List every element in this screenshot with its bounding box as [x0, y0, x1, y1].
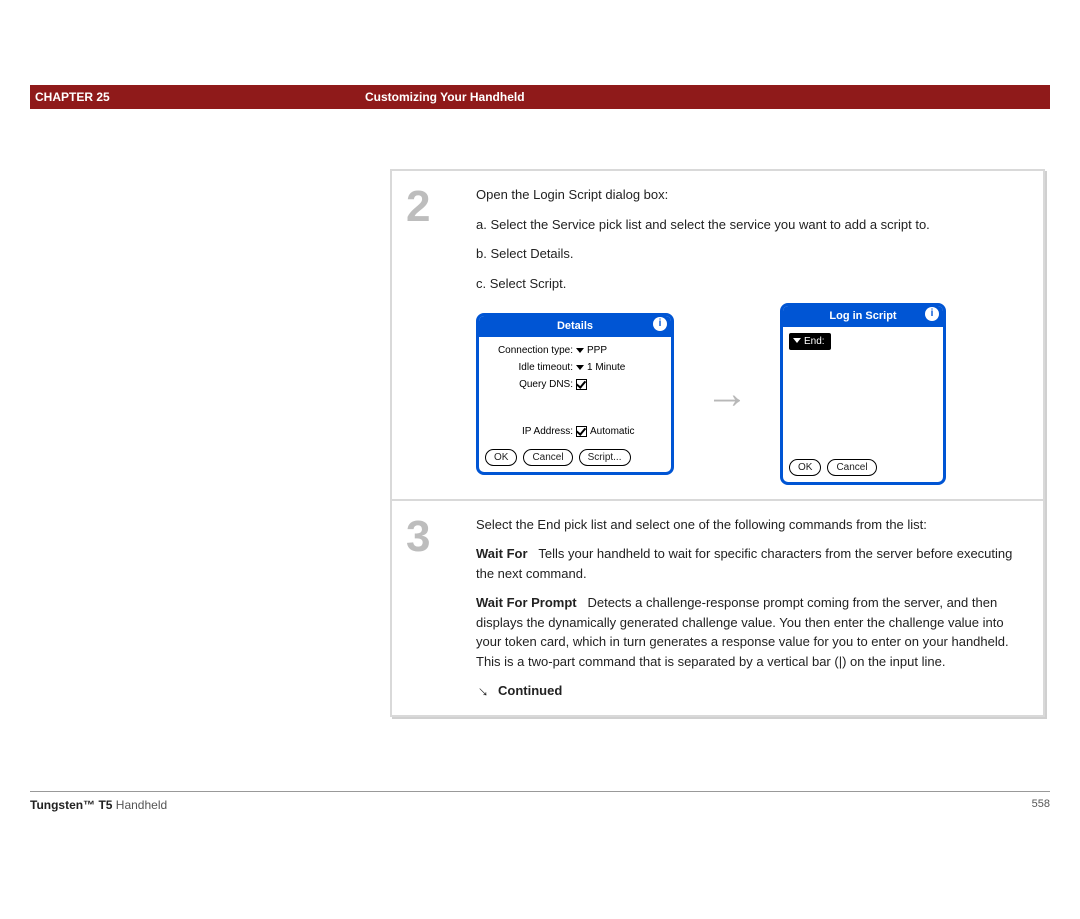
page-number: 558 — [1032, 798, 1050, 812]
wait-for-prompt-cmd: Wait For Prompt Detects a challenge-resp… — [476, 593, 1021, 671]
step-3: 3 Select the End pick list and select on… — [392, 501, 1043, 715]
end-pick-label: End: — [804, 336, 825, 347]
step-number: 3 — [406, 515, 476, 701]
details-title-text: Details — [557, 320, 593, 332]
step-2: 2 Open the Login Script dialog box: a. S… — [392, 171, 1043, 501]
ok-button[interactable]: OK — [789, 459, 821, 476]
step2-c: c. Select Script. — [476, 274, 1021, 294]
chapter-label: CHAPTER 25 — [30, 90, 365, 104]
info-icon[interactable]: i — [653, 317, 667, 331]
chevron-down-icon[interactable] — [576, 365, 584, 370]
product-name: Tungsten™ T5 Handheld — [30, 798, 167, 812]
cancel-button[interactable]: Cancel — [827, 459, 876, 476]
step-number: 2 — [406, 185, 476, 485]
login-title: Log in Script i — [783, 306, 943, 327]
query-dns-label: Query DNS: — [485, 377, 576, 392]
step2-a: a. Select the Service pick list and sele… — [476, 215, 1021, 235]
step3-intro: Select the End pick list and select one … — [476, 515, 1021, 535]
end-picklist[interactable]: End: — [789, 333, 831, 350]
step2-b: b. Select Details. — [476, 244, 1021, 264]
product-rest: Handheld — [116, 798, 167, 812]
arrow-right-icon: → — [702, 372, 752, 416]
continued-indicator: →Continued — [476, 681, 1021, 701]
details-title: Details i — [479, 316, 671, 337]
wait-for-text: Tells your handheld to wait for specific… — [476, 546, 1012, 581]
conn-type-value[interactable]: PPP — [587, 343, 607, 358]
idle-timeout-label: Idle timeout: — [485, 360, 576, 375]
steps-panel: 2 Open the Login Script dialog box: a. S… — [390, 169, 1045, 717]
section-title: Customizing Your Handheld — [365, 90, 525, 104]
wfp-key: Wait For Prompt — [476, 595, 577, 610]
ip-address-label: IP Address: — [485, 424, 576, 439]
idle-timeout-value[interactable]: 1 Minute — [587, 360, 625, 375]
page-footer: Tungsten™ T5 Handheld 558 — [30, 791, 1050, 812]
query-dns-checkbox[interactable] — [576, 379, 587, 390]
script-button[interactable]: Script... — [579, 449, 631, 466]
continued-text: Continued — [498, 683, 562, 698]
ip-auto-checkbox[interactable] — [576, 426, 587, 437]
login-script-dialog: Log in Script i End: OK Cancel — [780, 303, 946, 485]
ok-button[interactable]: OK — [485, 449, 517, 466]
chapter-bar: CHAPTER 25 Customizing Your Handheld — [30, 85, 1050, 109]
wait-for-cmd: Wait For Tells your handheld to wait for… — [476, 544, 1021, 583]
step2-intro: Open the Login Script dialog box: — [476, 185, 1021, 205]
chevron-down-icon[interactable] — [576, 348, 584, 353]
wait-for-key: Wait For — [476, 546, 528, 561]
conn-type-label: Connection type: — [485, 343, 576, 358]
product-bold: Tungsten™ T5 — [30, 798, 112, 812]
continued-arrow-icon: → — [473, 680, 496, 703]
details-dialog: Details i Connection type: PPP — [476, 313, 674, 475]
chevron-down-icon — [793, 338, 801, 343]
cancel-button[interactable]: Cancel — [523, 449, 572, 466]
info-icon[interactable]: i — [925, 307, 939, 321]
login-title-text: Log in Script — [829, 310, 896, 322]
ip-address-value: Automatic — [590, 424, 634, 439]
